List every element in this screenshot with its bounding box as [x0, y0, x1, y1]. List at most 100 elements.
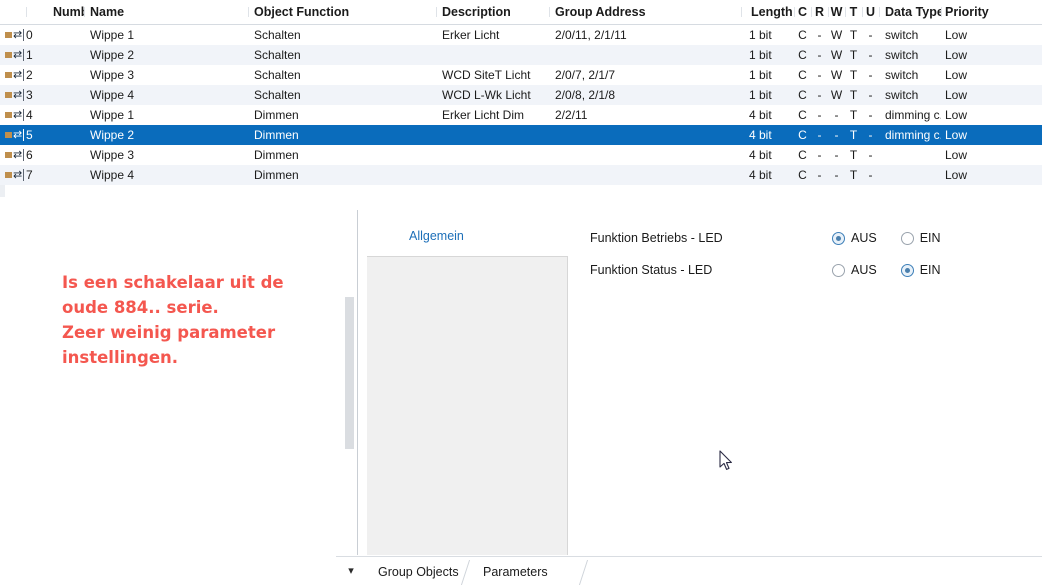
cell-number: 2 — [26, 68, 84, 82]
group-object-icon: ⇄ — [0, 89, 26, 101]
cell-u: - — [862, 168, 879, 182]
cell-group-address: 2/0/8, 2/1/8 — [549, 88, 741, 102]
table-row[interactable]: ⇄4Wippe 1DimmenErker Licht Dim2/2/114 bi… — [0, 105, 1042, 125]
cell-number: 1 — [26, 48, 84, 62]
cell-t: T — [845, 88, 862, 102]
column-header-w[interactable]: W — [828, 5, 845, 19]
column-header-t[interactable]: T — [845, 5, 862, 19]
column-header-number-label: Number — [53, 5, 84, 19]
group-object-icon: ⇄ — [0, 109, 26, 121]
cell-description: WCD SiteT Licht — [436, 68, 549, 82]
table-row[interactable]: ⇄7Wippe 4Dimmen4 bitC--T-Low — [0, 165, 1042, 185]
cell-object-function: Schalten — [248, 88, 436, 102]
column-header-object-function[interactable]: Object Function — [248, 5, 436, 19]
scrollbar-thumb[interactable] — [345, 297, 354, 449]
group-object-icon: ⇄ — [0, 149, 26, 161]
parameters-panel: Allgemein Funktion Betriebs - LED AUS EI… — [345, 210, 1042, 555]
table-row[interactable]: ⇄0Wippe 1SchaltenErker Licht2/0/11, 2/1/… — [0, 25, 1042, 45]
cell-w: - — [828, 148, 845, 162]
column-header-length[interactable]: Length — [741, 5, 794, 19]
cell-object-function: Dimmen — [248, 128, 436, 142]
column-header-c[interactable]: C — [794, 5, 811, 19]
table-row[interactable]: ⇄2Wippe 3SchaltenWCD SiteT Licht2/0/7, 2… — [0, 65, 1042, 85]
cell-c: C — [794, 48, 811, 62]
cell-object-function: Schalten — [248, 28, 436, 42]
cell-priority: Low — [941, 88, 993, 102]
table-row[interactable]: ⇄3Wippe 4SchaltenWCD L-Wk Licht2/0/8, 2/… — [0, 85, 1042, 105]
cell-name: Wippe 3 — [84, 68, 248, 82]
parameter-label-status-led: Funktion Status - LED — [590, 263, 712, 277]
group-object-icon: ⇄ — [0, 129, 26, 141]
parameter-options-betriebs-led: AUS EIN — [832, 231, 941, 245]
cell-t: T — [845, 168, 862, 182]
cell-object-function: Schalten — [248, 68, 436, 82]
table-scroll-nub[interactable] — [0, 185, 5, 197]
radio-betriebs-ein-indicator[interactable] — [901, 232, 914, 245]
column-header-name[interactable]: Name — [84, 5, 248, 19]
table-row[interactable]: ⇄6Wippe 3Dimmen4 bitC--T-Low — [0, 145, 1042, 165]
cell-u: - — [862, 88, 879, 102]
cell-data-type: switch — [879, 68, 941, 82]
cell-w: W — [828, 48, 845, 62]
cell-r: - — [811, 168, 828, 182]
column-header-u[interactable]: U — [862, 5, 879, 19]
cell-object-function: Dimmen — [248, 108, 436, 122]
cell-t: T — [845, 48, 862, 62]
cell-c: C — [794, 148, 811, 162]
bottom-tab-strip: ▾ Group Objects Parameters — [336, 556, 1042, 588]
radio-option-status-aus[interactable]: AUS — [832, 263, 877, 277]
tab-separator — [576, 560, 590, 585]
radio-option-betriebs-aus[interactable]: AUS — [832, 231, 877, 245]
cell-c: C — [794, 128, 811, 142]
cell-data-type: switch — [879, 48, 941, 62]
cell-t: T — [845, 108, 862, 122]
cell-u: - — [862, 48, 879, 62]
table-row[interactable]: ⇄5Wippe 2Dimmen4 bitC--T-dimming c...Low — [0, 125, 1042, 145]
annotation-note: Is een schakelaar uit de oude 884.. seri… — [62, 270, 362, 370]
cell-length: 4 bit — [741, 128, 794, 142]
parameter-tree[interactable]: Allgemein — [358, 210, 568, 555]
chevron-down-icon[interactable]: ▾ — [344, 564, 358, 578]
cell-name: Wippe 3 — [84, 148, 248, 162]
table-header-row: Number Name Object Function Description … — [0, 0, 1042, 25]
tab-group-objects[interactable]: Group Objects — [364, 559, 473, 585]
tab-parameters[interactable]: Parameters — [469, 559, 562, 585]
column-header-group-address[interactable]: Group Address — [549, 5, 741, 19]
cell-w: - — [828, 168, 845, 182]
column-header-r[interactable]: R — [811, 5, 828, 19]
group-object-icon: ⇄ — [0, 49, 26, 61]
cell-group-address: 2/0/11, 2/1/11 — [549, 28, 741, 42]
cell-w: - — [828, 128, 845, 142]
cell-number: 0 — [26, 28, 84, 42]
radio-option-betriebs-ein[interactable]: EIN — [901, 231, 941, 245]
cell-t: T — [845, 128, 862, 142]
cell-number: 3 — [26, 88, 84, 102]
cell-r: - — [811, 128, 828, 142]
column-header-priority[interactable]: Priority — [941, 5, 993, 19]
cell-data-type: dimming c... — [879, 108, 941, 122]
radio-betriebs-aus-indicator[interactable] — [832, 232, 845, 245]
tree-item-allgemein[interactable]: Allgemein — [358, 210, 568, 256]
parameter-options-status-led: AUS EIN — [832, 263, 941, 277]
radio-status-ein-label: EIN — [920, 263, 941, 277]
column-header-data-type[interactable]: Data Type — [879, 5, 941, 19]
table-row[interactable]: ⇄1Wippe 2Schalten1 bitC-WT-switchLow — [0, 45, 1042, 65]
column-header-number[interactable]: Number — [26, 5, 84, 19]
cell-data-type: switch — [879, 28, 941, 42]
radio-status-ein-indicator[interactable] — [901, 264, 914, 277]
cell-group-address: 2/0/7, 2/1/7 — [549, 68, 741, 82]
parameters-vertical-scrollbar[interactable] — [345, 210, 354, 555]
cell-r: - — [811, 68, 828, 82]
cell-length: 4 bit — [741, 168, 794, 182]
group-objects-table[interactable]: Number Name Object Function Description … — [0, 0, 1042, 185]
radio-option-status-ein[interactable]: EIN — [901, 263, 941, 277]
cell-u: - — [862, 148, 879, 162]
radio-status-aus-indicator[interactable] — [832, 264, 845, 277]
cell-length: 1 bit — [741, 68, 794, 82]
cell-description: Erker Licht — [436, 28, 549, 42]
radio-betriebs-ein-label: EIN — [920, 231, 941, 245]
column-header-description[interactable]: Description — [436, 5, 549, 19]
cell-u: - — [862, 108, 879, 122]
tree-empty-area — [367, 256, 568, 555]
cell-number: 5 — [26, 128, 84, 142]
